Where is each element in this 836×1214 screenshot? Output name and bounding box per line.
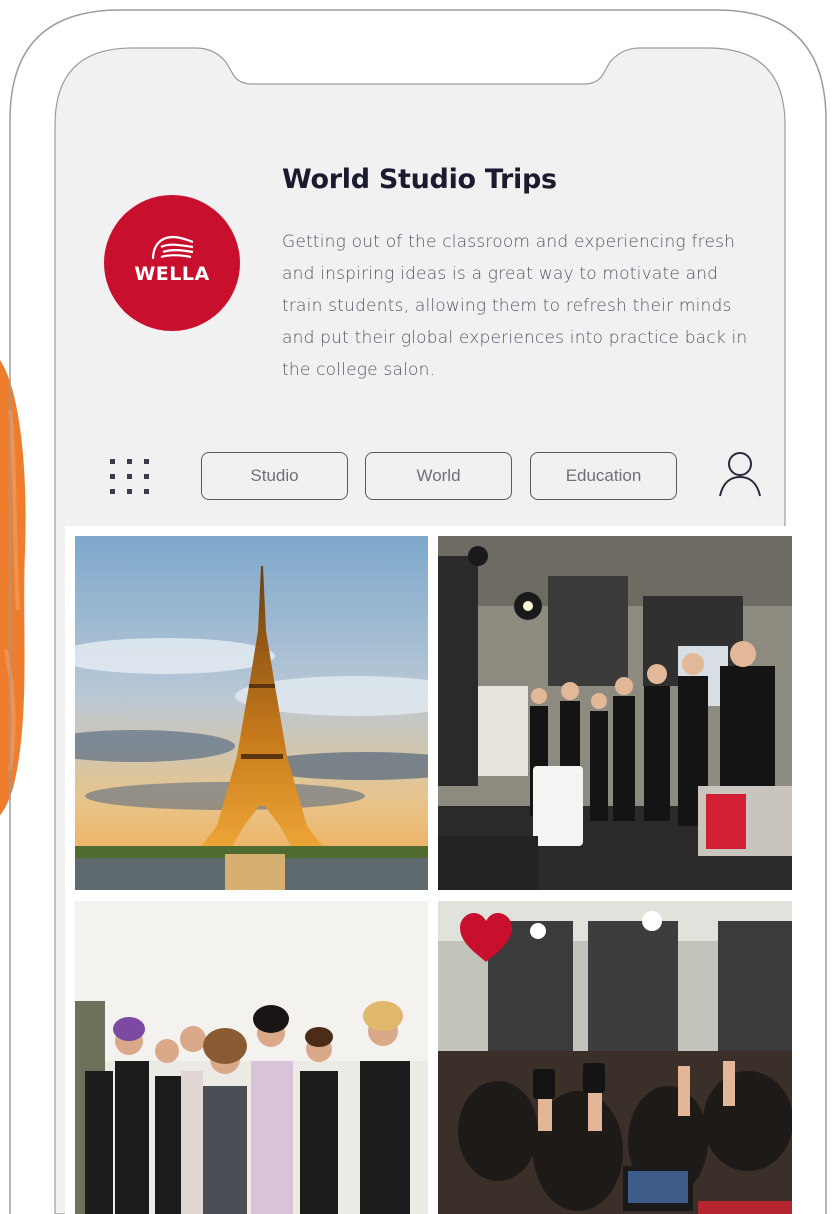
brand-logo-text: WELLA — [134, 263, 210, 285]
wella-hair-icon — [151, 235, 194, 260]
stylists-on-stage-photo[interactable] — [438, 536, 792, 890]
tab-studio[interactable]: Studio — [201, 452, 348, 500]
user-profile-icon[interactable] — [717, 450, 763, 500]
eiffel-tower-image — [75, 536, 428, 890]
brand-logo[interactable]: WELLA — [104, 195, 240, 331]
tab-world[interactable]: World — [365, 452, 512, 500]
page-title: World Studio Trips — [282, 164, 557, 195]
models-group-image — [75, 901, 428, 1214]
models-group-photo[interactable] — [75, 901, 428, 1214]
grid-menu-icon[interactable] — [110, 457, 150, 497]
app-screen: WELLA World Studio Trips Getting out of … — [0, 0, 836, 1214]
like-heart-icon[interactable] — [458, 912, 514, 964]
stage: WELLA World Studio Trips Getting out of … — [0, 0, 836, 1214]
stage-event-image — [438, 536, 792, 890]
page-description: Getting out of the classroom and experie… — [282, 232, 748, 380]
tab-education[interactable]: Education — [530, 452, 677, 500]
eiffel-tower-photo[interactable] — [75, 536, 428, 890]
